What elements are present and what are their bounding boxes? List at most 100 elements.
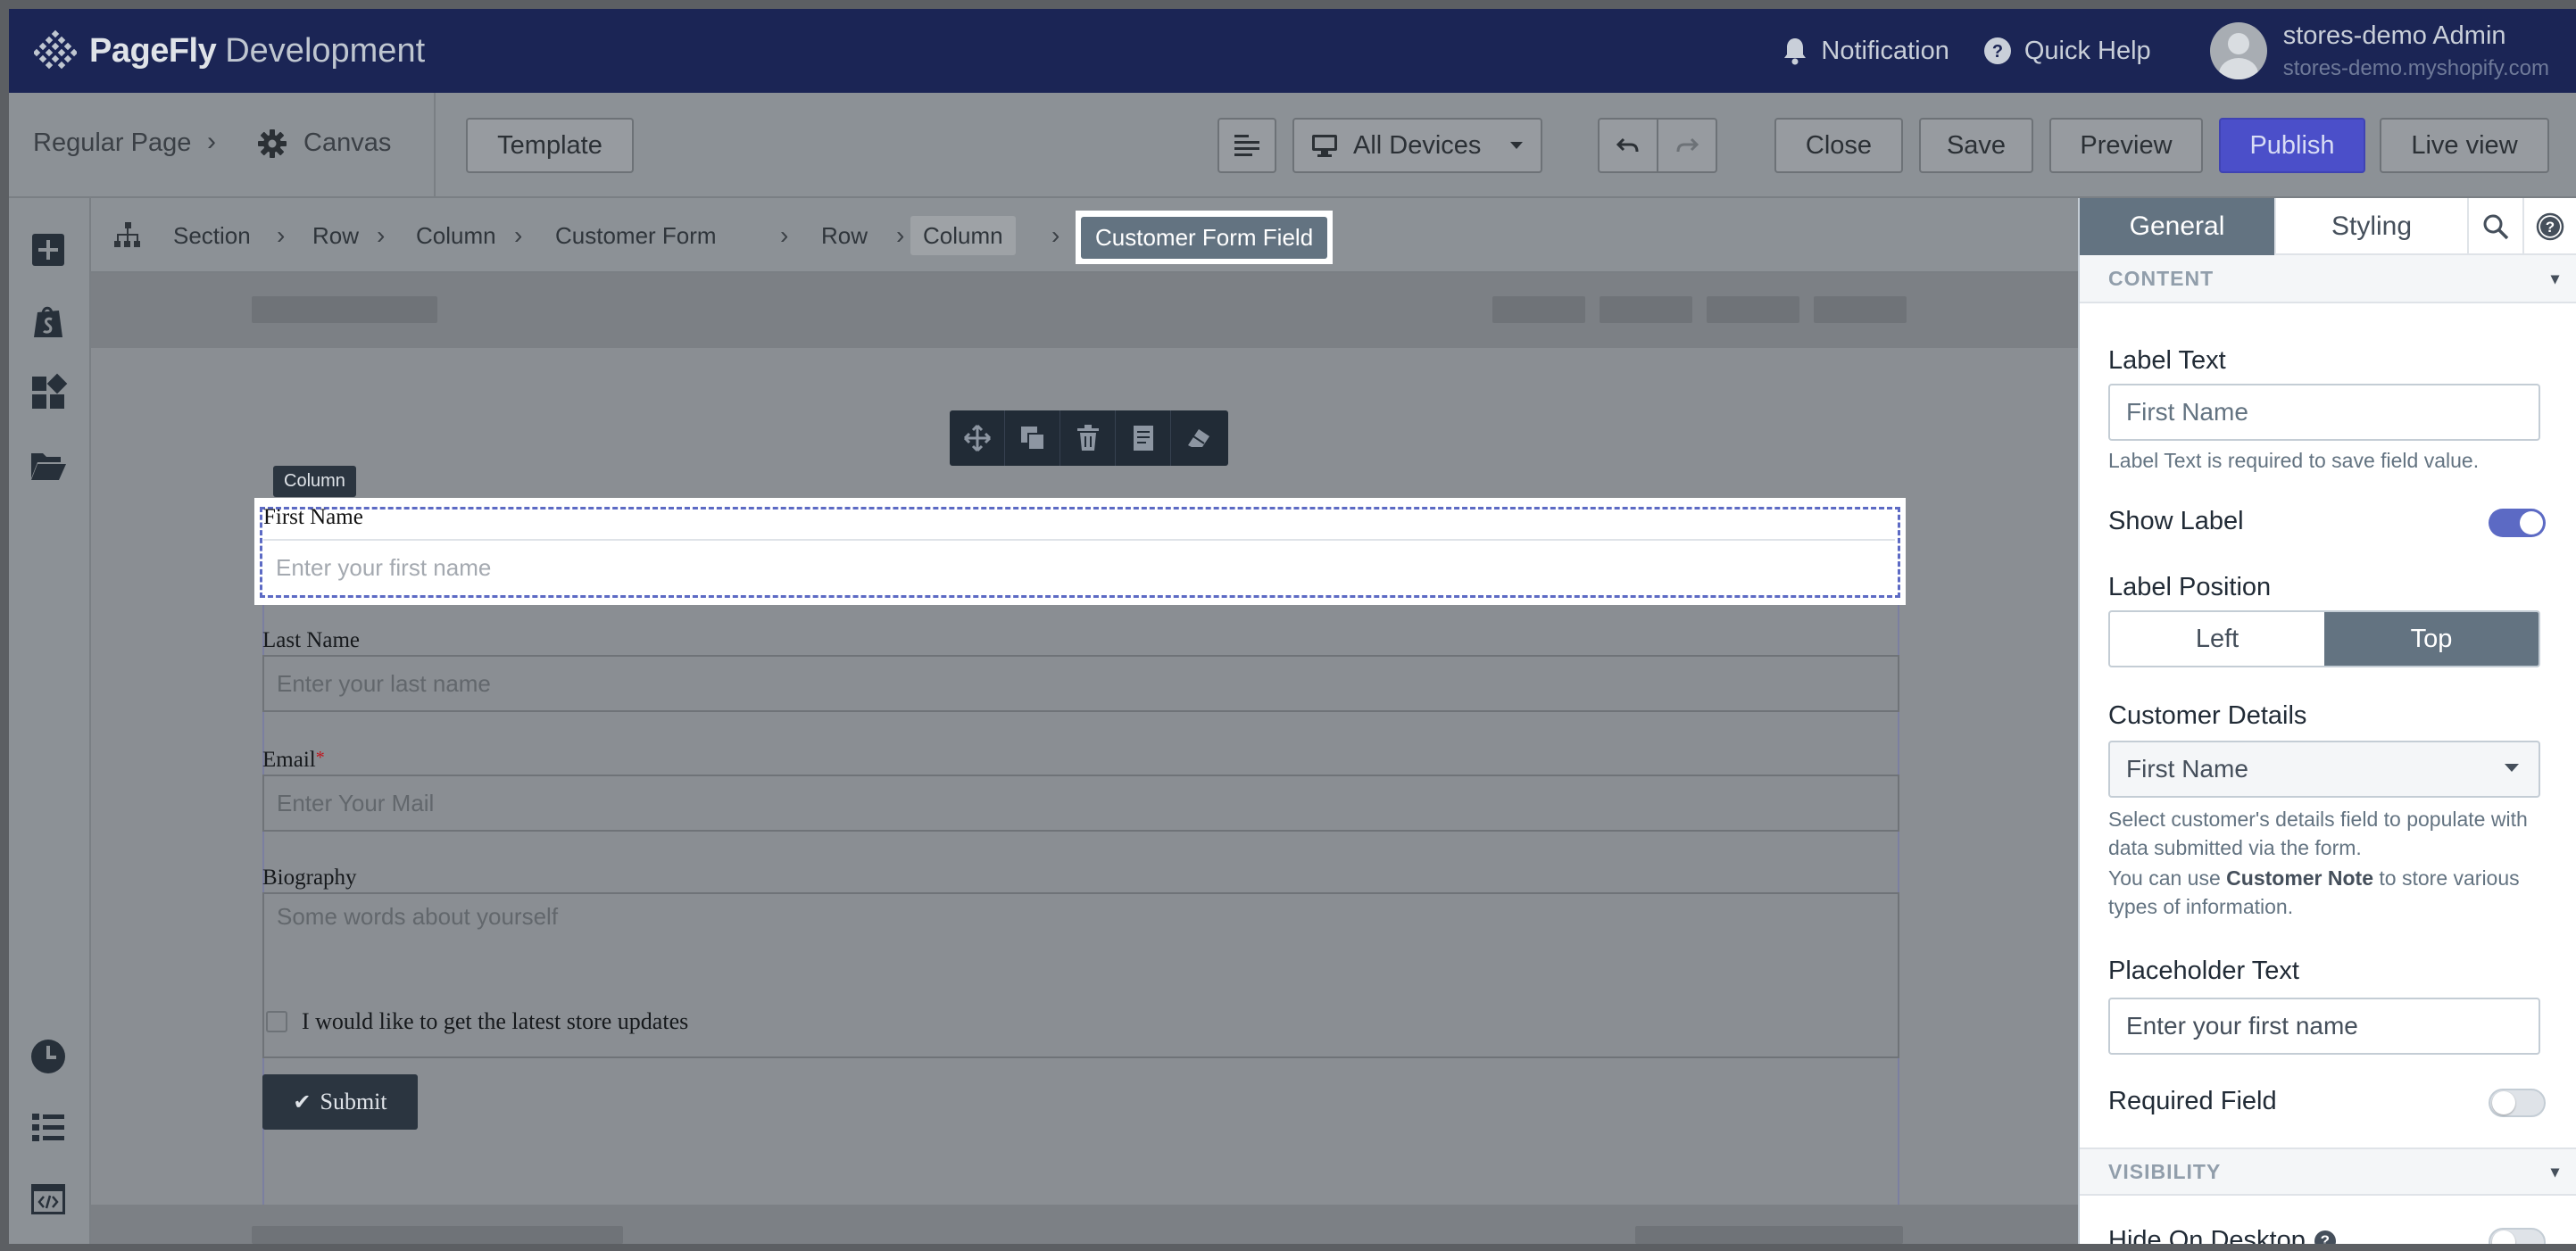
content-section-header[interactable]: CONTENT ▾ <box>2080 255 2576 303</box>
email-input[interactable]: Enter Your Mail <box>262 775 1899 832</box>
biography-label: Biography <box>262 866 357 890</box>
redo-icon <box>1676 137 1699 153</box>
editor-canvas: Column First Name Enter your first name … <box>91 273 2078 1244</box>
svg-text:?: ? <box>2546 219 2555 236</box>
label-position-top[interactable]: Top <box>2324 612 2539 666</box>
email-label-text: Email <box>262 748 316 772</box>
brand-logo[interactable]: PageFly Development <box>32 29 426 72</box>
show-label-toggle[interactable] <box>2489 509 2546 537</box>
required-mark: * <box>315 748 325 767</box>
user-shop-domain: stores-demo.myshopify.com <box>2282 55 2549 80</box>
footer-placeholder <box>252 1226 623 1244</box>
redo-button[interactable] <box>1657 118 1717 173</box>
customer-details-label: Customer Details <box>2108 701 2307 730</box>
search-icon[interactable] <box>2469 198 2524 255</box>
required-field-toggle[interactable] <box>2489 1089 2546 1117</box>
header-placeholder <box>1600 296 1692 323</box>
element-breadcrumb: Section › Row › Column › Customer Form ›… <box>91 198 2078 273</box>
customer-note-prefix: You can use <box>2108 866 2221 890</box>
preview-button[interactable]: Preview <box>2049 118 2203 173</box>
label-position-left[interactable]: Left <box>2110 612 2324 666</box>
notification-label: Notification <box>1821 36 1949 65</box>
folder-open-icon[interactable] <box>29 444 68 484</box>
breadcrumb-section[interactable]: Section <box>173 216 251 255</box>
sitemap-icon[interactable] <box>112 221 143 254</box>
header-placeholder <box>1707 296 1799 323</box>
caret-down-icon <box>2505 764 2519 772</box>
canvas-settings-link[interactable]: Canvas <box>303 128 391 158</box>
user-menu[interactable]: stores-demo Admin stores-demo.myshopify.… <box>2209 21 2549 81</box>
text-align-button[interactable] <box>1217 118 1276 173</box>
duplicate-icon[interactable] <box>1005 410 1060 466</box>
first-name-input[interactable]: Enter your first name <box>263 539 1895 594</box>
selected-form-field[interactable]: First Name Enter your first name <box>254 498 1906 605</box>
close-button[interactable]: Close <box>1774 118 1903 173</box>
tab-general[interactable]: General <box>2080 198 2276 255</box>
updates-checkbox[interactable] <box>266 1011 287 1032</box>
hide-on-desktop-toggle[interactable] <box>2489 1228 2546 1244</box>
code-editor-icon[interactable] <box>29 1180 68 1219</box>
breadcrumb-row[interactable]: Row <box>312 216 359 255</box>
history-clock-icon[interactable] <box>29 1037 68 1076</box>
shopify-bag-icon[interactable] <box>29 302 68 341</box>
label-position-label: Label Position <box>2108 573 2272 601</box>
save-snippet-icon[interactable] <box>1116 410 1171 466</box>
device-select[interactable]: All Devices <box>1292 118 1542 173</box>
customer-details-help: Select customer's details field to popul… <box>2108 808 2528 859</box>
gear-icon[interactable] <box>257 128 287 163</box>
last-name-input[interactable]: Enter your last name <box>262 655 1899 712</box>
notification-button[interactable]: Notification <box>1782 37 1949 66</box>
visibility-section-header[interactable]: VISIBILITY ▾ <box>2080 1147 2576 1196</box>
breadcrumb-column[interactable]: Column <box>416 216 496 255</box>
quick-help-label: Quick Help <box>2023 36 2151 65</box>
chevron-right-icon: › <box>514 221 523 249</box>
placeholder-text-input[interactable]: Enter your first name <box>2108 998 2540 1055</box>
app-window: PageFly Development Notification ? Quick… <box>9 9 2576 1244</box>
text-lines-icon <box>1234 135 1259 156</box>
submit-button[interactable]: ✔ Submit <box>262 1074 418 1130</box>
question-icon[interactable]: ? <box>2314 1230 2336 1244</box>
tab-styling[interactable]: Styling <box>2276 198 2469 255</box>
help-icon[interactable]: ? <box>2524 198 2576 255</box>
email-label: Email* <box>262 748 325 773</box>
footer-placeholder <box>1635 1226 1903 1244</box>
page-type-link[interactable]: Regular Page <box>33 128 191 158</box>
user-name: stores-demo Admin <box>2282 21 2506 50</box>
caret-down-icon: ▾ <box>2550 269 2560 287</box>
breadcrumb-customer-form[interactable]: Customer Form <box>555 216 717 255</box>
column-tag: Column <box>273 466 356 497</box>
toolbar-divider <box>434 93 436 198</box>
show-label-label: Show Label <box>2108 507 2244 535</box>
customer-details-select[interactable]: First Name <box>2108 741 2540 798</box>
pagefly-logo-icon <box>32 29 79 72</box>
add-element-icon[interactable] <box>29 230 68 269</box>
caret-down-icon <box>1510 142 1523 149</box>
save-button[interactable]: Save <box>1919 118 2033 173</box>
updates-checkbox-row[interactable]: I would like to get the latest store upd… <box>266 1008 688 1035</box>
label-text-input[interactable]: First Name <box>2108 384 2540 441</box>
live-view-button[interactable]: Live view <box>2380 118 2549 173</box>
page-body: Column First Name Enter your first name … <box>91 348 2078 1244</box>
outline-list-icon[interactable] <box>29 1108 68 1147</box>
label-text-label: Label Text <box>2108 346 2226 375</box>
undo-button[interactable] <box>1598 118 1658 173</box>
move-icon[interactable] <box>950 410 1005 466</box>
breadcrumb-current[interactable]: Customer Form Field <box>1076 211 1334 264</box>
undo-icon <box>1616 137 1639 153</box>
customer-note-strong: Customer Note <box>2226 866 2374 890</box>
breadcrumb-column-2[interactable]: Column <box>910 216 1016 255</box>
trash-icon[interactable] <box>1060 410 1116 466</box>
publish-button[interactable]: Publish <box>2219 118 2365 173</box>
device-select-label: All Devices <box>1353 130 1482 160</box>
chevron-right-icon: › <box>1051 221 1060 249</box>
quick-help-button[interactable]: ? Quick Help <box>1983 37 2151 66</box>
brand-environment: Development <box>225 31 426 70</box>
breadcrumb-row-2[interactable]: Row <box>821 216 868 255</box>
last-name-label: Last Name <box>262 628 360 652</box>
eraser-icon[interactable] <box>1171 410 1226 466</box>
apps-grid-icon[interactable] <box>29 373 68 412</box>
hide-on-desktop-label: Hide On Desktop? <box>2108 1226 2336 1244</box>
element-toolbar <box>950 410 1228 466</box>
template-button[interactable]: Template <box>466 118 634 173</box>
label-position-segmented: Left Top <box>2108 610 2540 667</box>
